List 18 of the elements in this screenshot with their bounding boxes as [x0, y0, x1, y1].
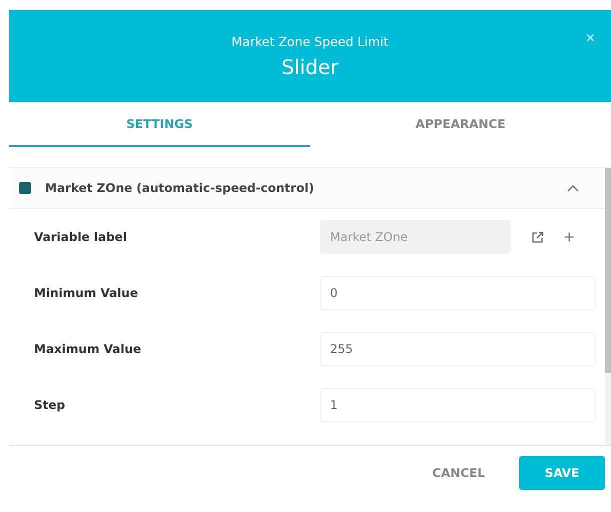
field-label: Variable label [34, 230, 128, 244]
dialog-subtitle: Market Zone Speed Limit [232, 34, 388, 48]
tab[interactable]: SETTINGS [9, 103, 310, 147]
dialog-title: Slider [281, 54, 339, 78]
save-button[interactable]: SAVE [519, 456, 605, 490]
close-button[interactable]: × [586, 30, 595, 48]
input-field[interactable]: 1 [320, 388, 596, 422]
chevron-icon [567, 184, 579, 192]
cancel-button[interactable]: CANCEL [426, 456, 491, 490]
field-label: Maximum Value [34, 342, 142, 356]
input-field[interactable]: 0 [320, 276, 596, 310]
section-title: Market ZOne (automatic-speed-control) [45, 181, 316, 195]
input-field[interactable]: 255 [320, 332, 596, 366]
field-label: Step [34, 398, 66, 412]
tab[interactable]: APPEARANCE [310, 103, 611, 147]
field-label: Minimum Value [34, 286, 139, 300]
external-link-icon[interactable] [531, 230, 544, 244]
scrollbar[interactable] [605, 168, 611, 445]
